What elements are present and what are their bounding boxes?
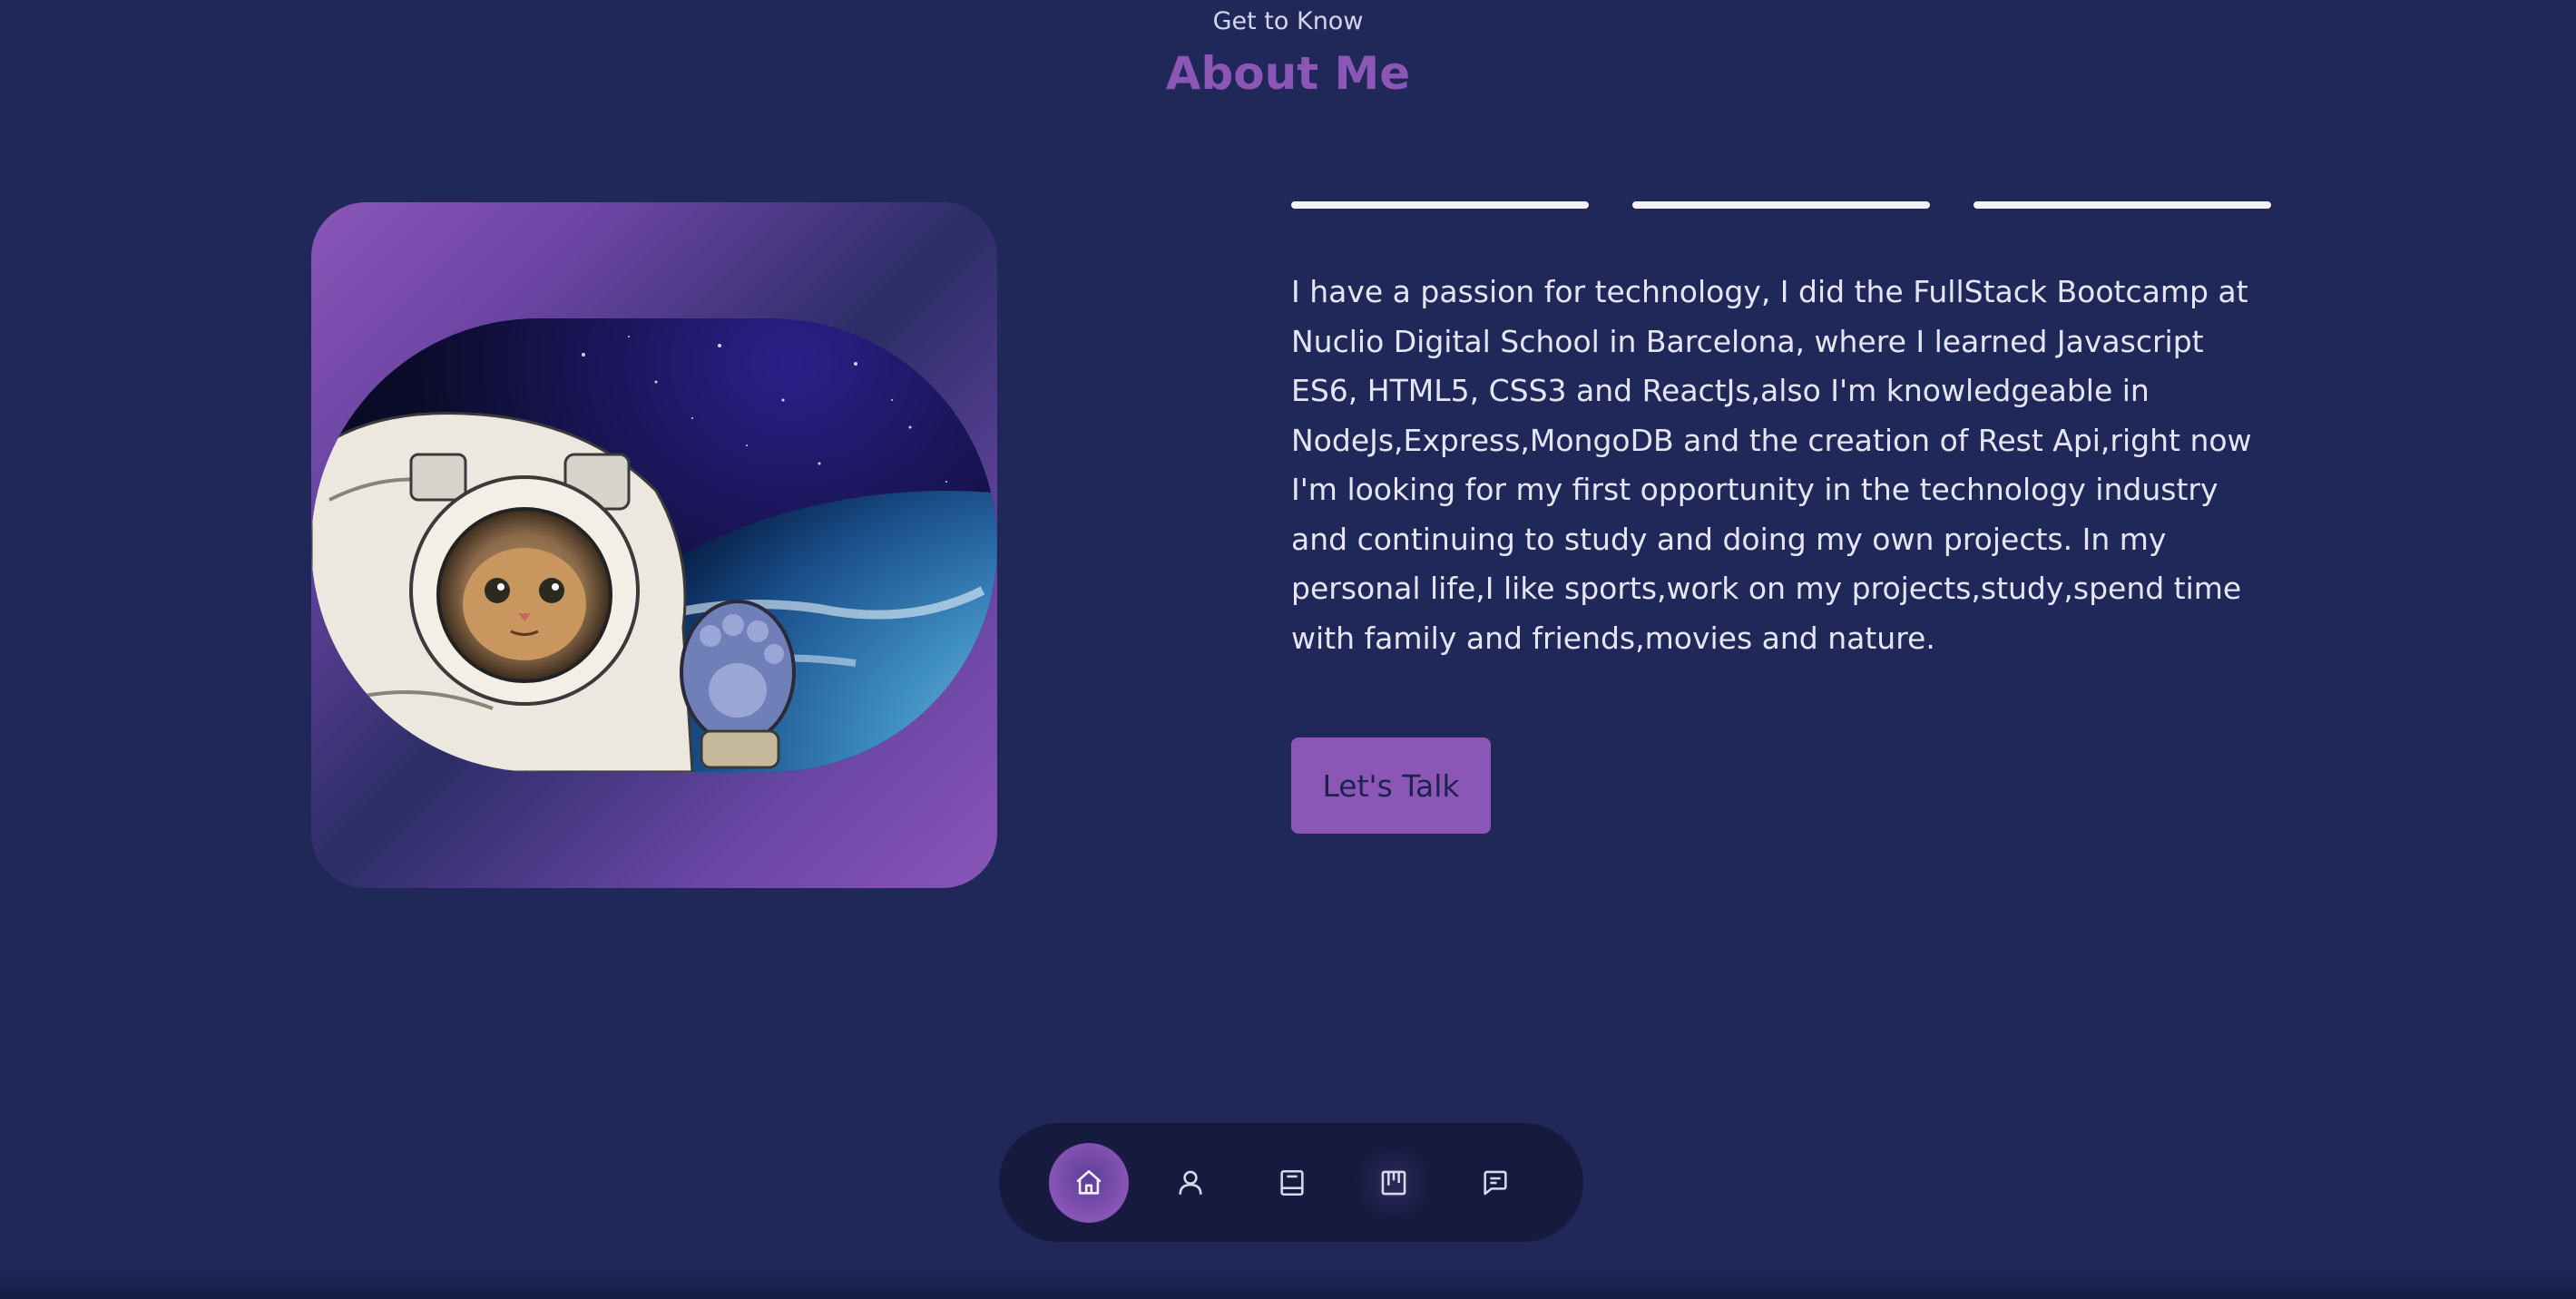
message-icon xyxy=(1484,1170,1507,1195)
astronaut-cat-image xyxy=(311,318,997,772)
tab-bar-1 xyxy=(1291,201,1589,209)
home-icon xyxy=(1076,1169,1102,1195)
section-subtitle: Get to Know xyxy=(1212,7,1364,35)
book-icon xyxy=(1280,1169,1304,1196)
nav-contact[interactable] xyxy=(1455,1143,1535,1223)
lets-talk-button[interactable]: Let's Talk xyxy=(1291,737,1491,834)
page-bottom-shadow xyxy=(0,1270,2576,1299)
about-photo-frame xyxy=(311,202,997,888)
about-description: I have a passion for technology, I did t… xyxy=(1291,274,2252,656)
tab-bars xyxy=(1291,201,2271,209)
user-icon xyxy=(1179,1170,1202,1195)
section-title: About Me xyxy=(1165,47,1411,100)
portfolio-icon xyxy=(1381,1170,1406,1195)
nav-home[interactable] xyxy=(1049,1142,1129,1223)
bottom-navigation xyxy=(999,1123,1583,1242)
nav-experience[interactable] xyxy=(1252,1143,1332,1223)
nav-about[interactable] xyxy=(1151,1143,1230,1223)
tab-bar-2 xyxy=(1632,201,1930,209)
nav-portfolio[interactable] xyxy=(1354,1142,1434,1223)
tab-bar-3 xyxy=(1974,201,2271,209)
